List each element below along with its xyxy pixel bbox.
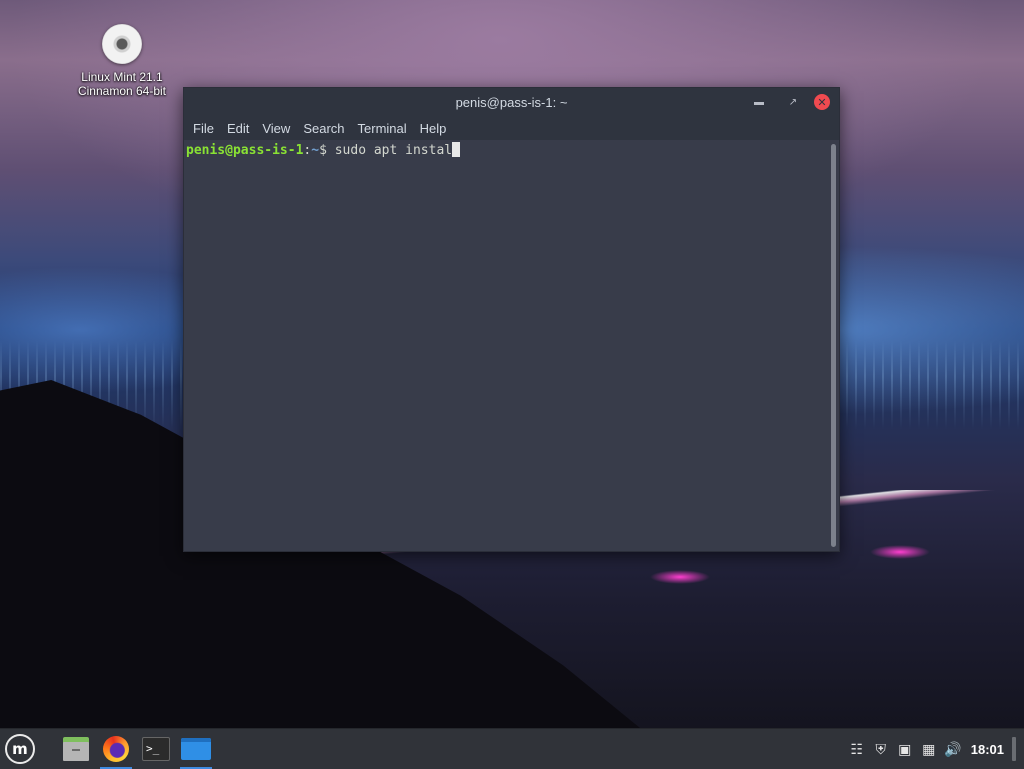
text-cursor xyxy=(452,142,461,157)
scrollbar-thumb[interactable] xyxy=(831,144,836,547)
menu-help[interactable]: Help xyxy=(413,121,453,136)
shield-icon[interactable]: ⛨ xyxy=(873,741,889,757)
file-manager-icon xyxy=(63,737,89,761)
window-icon xyxy=(181,738,211,760)
wallpaper-light xyxy=(870,545,930,559)
desktop-icon-install-disc[interactable]: Linux Mint 21.1 Cinnamon 64-bit xyxy=(62,24,182,98)
launcher-file-manager[interactable] xyxy=(58,733,94,765)
menu-view[interactable]: View xyxy=(255,121,296,136)
minimize-icon[interactable]: ▬ xyxy=(751,94,767,110)
user-icon[interactable]: ▣ xyxy=(897,741,913,757)
window-title: penis@pass-is-1: ~ xyxy=(455,94,568,110)
terminal-scrollbar[interactable] xyxy=(828,140,839,551)
taskbar-panel: m >_ ☷ ⛨ ▣ ▦ 🔊 18:01 xyxy=(0,728,1024,769)
terminal-prompt-line: penis@pass-is-1:~$ sudo apt instal xyxy=(186,142,461,159)
launcher-firefox[interactable] xyxy=(98,733,134,769)
terminal-output[interactable]: penis@pass-is-1:~$ sudo apt instal xyxy=(184,140,828,551)
prompt-symbol: $ xyxy=(319,143,335,158)
desktop-icon-label: Linux Mint 21.1 Cinnamon 64-bit xyxy=(77,70,167,98)
menu-file[interactable]: File xyxy=(186,121,220,136)
linux-mint-menu-icon[interactable]: m xyxy=(5,734,35,764)
volume-icon[interactable]: 🔊 xyxy=(944,741,961,757)
network-icon[interactable]: ▦ xyxy=(921,741,937,757)
wallpaper-light xyxy=(650,570,710,584)
disc-icon xyxy=(102,24,142,64)
prompt-directory: ~ xyxy=(311,143,320,158)
clock[interactable]: 18:01 xyxy=(971,742,1004,757)
menu-edit[interactable]: Edit xyxy=(220,121,255,136)
prompt-user-host: penis@pass-is-1 xyxy=(186,143,304,158)
taskbar-window-button[interactable] xyxy=(178,733,214,769)
typed-command: sudo apt instal xyxy=(334,143,453,158)
update-manager-icon[interactable]: ☷ xyxy=(849,741,865,757)
terminal-window[interactable]: penis@pass-is-1: ~ ▬ ↗ ✕ File Edit View … xyxy=(183,87,840,552)
close-icon[interactable]: ✕ xyxy=(814,94,830,110)
menu-terminal[interactable]: Terminal xyxy=(351,121,413,136)
terminal-menubar: File Edit View Search Terminal Help xyxy=(184,116,839,140)
firefox-icon xyxy=(103,736,129,762)
system-tray: ☷ ⛨ ▣ ▦ 🔊 18:01 xyxy=(841,729,1016,769)
window-titlebar[interactable]: penis@pass-is-1: ~ ▬ ↗ ✕ xyxy=(184,88,839,116)
launcher-terminal[interactable]: >_ xyxy=(138,733,174,765)
maximize-icon[interactable]: ↗ xyxy=(785,94,801,110)
terminal-icon: >_ xyxy=(142,737,170,761)
show-desktop-button[interactable] xyxy=(1012,737,1016,761)
menu-search[interactable]: Search xyxy=(296,121,350,136)
